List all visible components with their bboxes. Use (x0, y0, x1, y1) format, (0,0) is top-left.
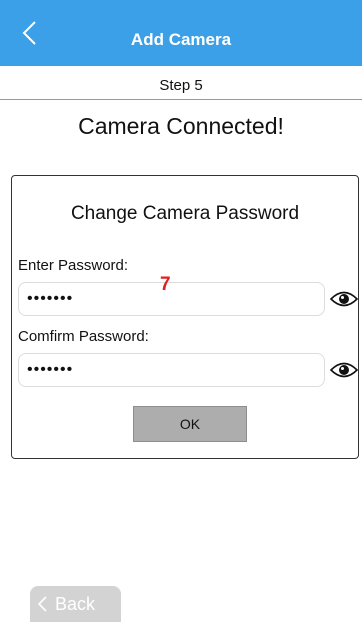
confirm-password-label: Comfirm Password: (18, 328, 149, 345)
eye-icon[interactable] (330, 360, 358, 380)
password-value: ••••••• (27, 290, 74, 307)
back-button-label: Back (55, 593, 96, 614)
change-password-panel: Change Camera Password Enter Password: •… (11, 175, 359, 459)
password-label: Enter Password: (18, 257, 129, 274)
page-title: Add Camera (130, 30, 232, 49)
ok-button[interactable]: OK (133, 406, 247, 442)
panel-title: Change Camera Password (70, 203, 300, 224)
back-button[interactable]: Back (30, 586, 121, 622)
chevron-left-icon (38, 596, 47, 612)
confirm-password-input[interactable]: ••••••• (18, 353, 325, 387)
step-label: Step 5 (159, 77, 203, 94)
divider (0, 99, 362, 100)
connection-status-title: Camera Connected! (78, 113, 284, 139)
confirm-password-value: ••••••• (27, 361, 74, 378)
header-bar: Add Camera (0, 0, 362, 66)
annotation-marker: 7 (160, 274, 171, 295)
eye-icon[interactable] (330, 289, 358, 309)
password-input[interactable]: ••••••• (18, 282, 325, 316)
